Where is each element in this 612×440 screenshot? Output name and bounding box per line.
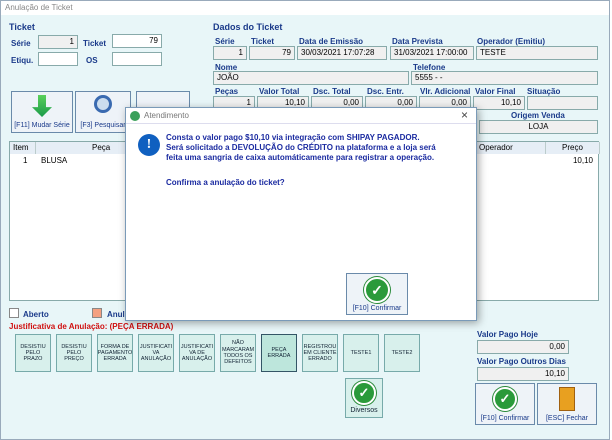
prevista-field: 31/03/2021 17:00:00 <box>390 46 474 60</box>
just-btn-justificativa-anulacao[interactable]: JUSTIFICATI VA ANULAÇÃO <box>138 334 174 372</box>
just-btn-registrou-cliente[interactable]: REGISTROU EM CLIENTE ERRADO <box>302 334 338 372</box>
etiq-label: Etiqu. <box>11 56 34 65</box>
just-btn-desistiu-preco[interactable]: DESISTIU PELO PREÇO <box>56 334 92 372</box>
ticket-input[interactable]: 79 <box>112 34 162 48</box>
row-preco: 10,10 <box>572 156 593 165</box>
justificativa-title: Justificativa de Anulação: (PEÇA ERRADA) <box>9 322 174 331</box>
operador-label: Operador (Emitiu) <box>477 37 546 46</box>
just-btn-justificativa-de-anulacao[interactable]: JUSTIFICATI VA DE ANULAÇÃO <box>179 334 215 372</box>
grid-header-operador: Operador <box>476 142 546 154</box>
dsc-entr-label: Dsc. Entr. <box>367 87 404 96</box>
os-input[interactable] <box>112 52 162 66</box>
vlr-adic-label: Vlr. Adicional <box>420 87 471 96</box>
valor-final-label: Valor Final <box>475 87 516 96</box>
confirm-dialog: Atendimento × ! Consta o valor pago $10,… <box>125 107 477 321</box>
origem-field: LOJA <box>479 120 598 134</box>
dsc-total-label: Dsc. Total <box>313 87 351 96</box>
pecas-label: Peças <box>215 87 239 96</box>
dialog-confirm-button[interactable]: ✓ [F10] Confirmar <box>346 273 408 315</box>
dados-serie-field: 1 <box>213 46 247 60</box>
check-icon: ✓ <box>352 381 376 405</box>
diversos-label: Diversos <box>350 407 378 414</box>
magnifier-icon <box>94 95 112 113</box>
check-icon: ✓ <box>364 277 390 303</box>
check-icon: ✓ <box>493 387 517 411</box>
dados-ticket-label: Ticket <box>251 37 274 46</box>
operador-field: TESTE <box>476 46 598 60</box>
just-btn-peca-errada[interactable]: PEÇA ERRADA <box>261 334 297 372</box>
row-peca: BLUSA <box>41 156 68 165</box>
grid-header-preco: Preço <box>546 142 600 154</box>
fechar-label: [ESC] Fechar <box>545 415 588 422</box>
app-icon <box>130 111 140 121</box>
situacao-label: Situação <box>527 87 561 96</box>
pesquisar-label: [F3] Pesquisar <box>80 122 126 129</box>
serie-label: Série <box>11 39 31 48</box>
legend-anulado-label: Anul <box>107 310 125 319</box>
emissao-field: 30/03/2021 17:07:28 <box>297 46 387 60</box>
valor-total-label: Valor Total <box>259 87 300 96</box>
emissao-label: Data de Emissão <box>299 37 364 46</box>
pesquisar-button[interactable]: [F3] Pesquisar <box>75 91 131 133</box>
dialog-line3: feita uma sangria de caixa automáticamen… <box>166 153 435 162</box>
telefone-field: 5555 - - <box>411 71 598 85</box>
mudar-serie-label: [F11] Mudar Série <box>14 122 70 129</box>
dialog-line1: Consta o valor pago $10,10 via integraçã… <box>166 133 420 142</box>
dialog-titlebar: Atendimento × <box>126 108 476 124</box>
origem-label: Origem Venda <box>511 111 565 120</box>
legend-aberto-label: Aberto <box>23 310 49 319</box>
prevista-label: Data Prevista <box>392 37 443 46</box>
just-btn-teste1[interactable]: TESTE1 <box>343 334 379 372</box>
valor-final-field: 10,10 <box>473 96 525 110</box>
row-item: 1 <box>23 156 28 165</box>
fechar-button[interactable]: [ESC] Fechar <box>537 383 597 425</box>
just-btn-desistiu-prazo[interactable]: DESISTIU PELO PRAZO <box>15 334 51 372</box>
arrows-down-icon <box>32 95 52 117</box>
legend-anulado-swatch <box>92 308 102 318</box>
just-btn-forma-pagamento[interactable]: FORMA DE PAGAMENTO ERRADA <box>97 334 133 372</box>
row-operador <box>478 155 484 157</box>
pago-hoje-label: Valor Pago Hoje <box>477 330 538 339</box>
confirmar-label: [F10] Confirmar <box>480 415 530 422</box>
dados-ticket-field: 79 <box>249 46 295 60</box>
pago-hoje-field: 0,00 <box>477 340 569 354</box>
serie-input[interactable]: 1 <box>38 35 78 49</box>
dialog-title: Atendimento <box>144 111 189 120</box>
close-icon[interactable]: × <box>461 108 468 122</box>
confirmar-button[interactable]: ✓ [F10] Confirmar <box>475 383 535 425</box>
just-btn-nao-marcaram[interactable]: NÃO MARCARAM TODOS OS DEFEITOS <box>220 334 256 372</box>
mudar-serie-button[interactable]: [F11] Mudar Série <box>11 91 73 133</box>
pago-outros-field: 10,10 <box>477 367 569 381</box>
dados-serie-label: Série <box>215 37 235 46</box>
window-title: Anulação de Ticket <box>1 1 609 15</box>
ticket-group-title: Ticket <box>9 22 35 32</box>
pago-outros-label: Valor Pago Outros Dias <box>477 357 566 366</box>
situacao-field <box>527 96 598 110</box>
dialog-question: Confirma a anulação do ticket? <box>166 178 285 187</box>
dialog-line2: Será solicitado a DEVOLUÇÃO do CRÉDITO n… <box>166 143 436 152</box>
diversos-button[interactable]: ✓ Diversos <box>345 378 383 418</box>
ticket-label: Ticket <box>83 39 106 48</box>
grid-header-item: Item <box>10 142 36 154</box>
info-icon: ! <box>138 134 160 156</box>
dados-group-title: Dados do Ticket <box>213 22 283 32</box>
just-btn-teste2[interactable]: TESTE2 <box>384 334 420 372</box>
os-label: OS <box>86 56 98 65</box>
legend-aberto-swatch <box>9 308 19 318</box>
exit-door-icon <box>559 387 575 411</box>
dialog-confirm-label: [F10] Confirmar <box>352 305 402 312</box>
nome-field: JOÃO <box>213 71 409 85</box>
etiq-input[interactable] <box>38 52 78 66</box>
